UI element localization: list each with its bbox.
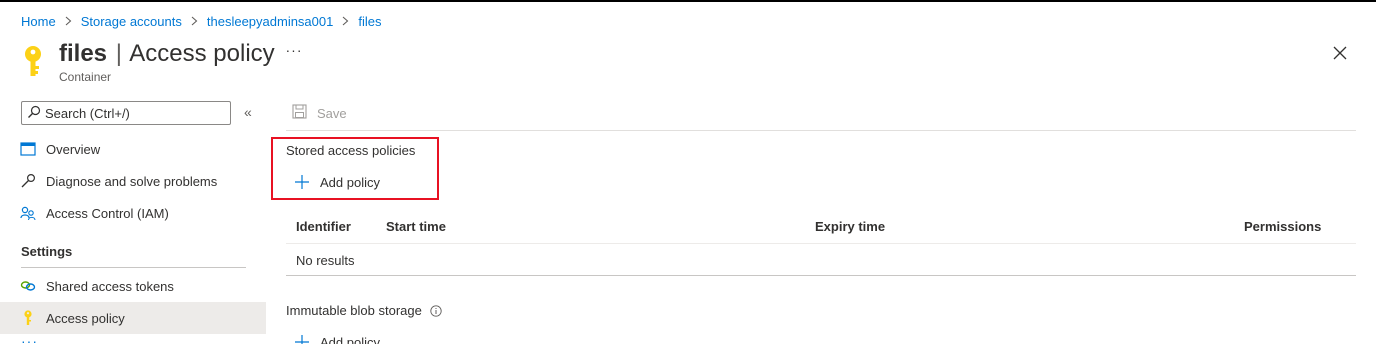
toolbar-divider xyxy=(286,130,1356,131)
add-immutability-policy-button[interactable]: Add policy xyxy=(294,332,380,344)
page-title-resource: files xyxy=(59,40,108,67)
close-icon[interactable] xyxy=(1330,43,1350,63)
sidebar-item-diagnose[interactable]: Diagnose and solve problems xyxy=(0,165,266,197)
sidebar-item-label: Shared access tokens xyxy=(46,278,174,294)
save-label: Save xyxy=(317,105,347,121)
add-policy-button[interactable]: Add policy xyxy=(294,172,380,192)
immutable-blob-storage-section: Immutable blob storage xyxy=(286,303,442,318)
overview-icon xyxy=(20,141,36,157)
key-icon xyxy=(22,45,44,79)
column-header-start-time[interactable]: Start time xyxy=(386,219,446,234)
search-box xyxy=(21,101,231,125)
key-icon xyxy=(20,310,36,326)
sidebar-item-overview[interactable]: Overview xyxy=(0,133,266,165)
save-icon xyxy=(292,104,317,122)
sidebar-item-label: Overview xyxy=(46,141,101,157)
people-icon xyxy=(20,205,36,221)
window-top-edge xyxy=(0,0,1376,2)
collapse-sidebar-button[interactable]: « xyxy=(244,104,258,120)
breadcrumb-storage-accounts[interactable]: Storage accounts xyxy=(81,14,182,29)
breadcrumb-container[interactable]: files xyxy=(358,14,381,29)
save-button[interactable]: Save xyxy=(292,102,347,124)
sidebar-item-label: Access policy xyxy=(46,310,125,326)
search-icon xyxy=(27,105,41,122)
page-title-separator: | xyxy=(115,40,122,67)
sidebar-item-access-policy[interactable]: Access policy xyxy=(0,302,266,334)
chevron-right-icon xyxy=(65,16,72,26)
table-header-divider xyxy=(286,243,1356,244)
page-title: files | Access policy xyxy=(59,38,275,70)
stored-access-policies-label: Stored access policies xyxy=(286,143,416,158)
breadcrumb-home[interactable]: Home xyxy=(21,14,56,29)
sidebar-item-access-control[interactable]: Access Control (IAM) xyxy=(0,197,266,229)
sidebar-more-indicator: ··· xyxy=(21,333,38,344)
breadcrumb-storage-account[interactable]: thesleepyadminsa001 xyxy=(207,14,333,29)
search-input[interactable] xyxy=(45,105,225,121)
column-header-expiry-time[interactable]: Expiry time xyxy=(815,219,885,234)
chevron-right-icon xyxy=(342,16,349,26)
link-icon xyxy=(20,278,36,294)
page-title-blade: Access policy xyxy=(129,40,275,67)
breadcrumb: Home Storage accounts thesleepyadminsa00… xyxy=(21,12,381,30)
settings-section-label: Settings xyxy=(21,244,73,259)
empty-table-message: No results xyxy=(296,253,355,268)
add-policy-label: Add policy xyxy=(320,334,380,344)
info-icon[interactable] xyxy=(430,304,442,317)
plus-icon xyxy=(294,174,310,190)
more-options-button[interactable]: ··· xyxy=(285,42,303,62)
column-header-identifier[interactable]: Identifier xyxy=(296,219,351,234)
page-subtitle: Container xyxy=(59,70,112,84)
sidebar-item-label: Access Control (IAM) xyxy=(46,205,169,221)
chevron-right-icon xyxy=(191,16,198,26)
wrench-icon xyxy=(20,173,36,189)
add-policy-label: Add policy xyxy=(320,174,380,190)
plus-icon xyxy=(294,334,310,344)
table-bottom-divider xyxy=(286,275,1356,276)
immutable-blob-storage-label: Immutable blob storage xyxy=(286,303,422,318)
sidebar-item-shared-access-tokens[interactable]: Shared access tokens xyxy=(0,270,266,302)
column-header-permissions[interactable]: Permissions xyxy=(1244,219,1321,234)
sidebar-item-label: Diagnose and solve problems xyxy=(46,173,218,189)
settings-divider xyxy=(21,267,246,268)
